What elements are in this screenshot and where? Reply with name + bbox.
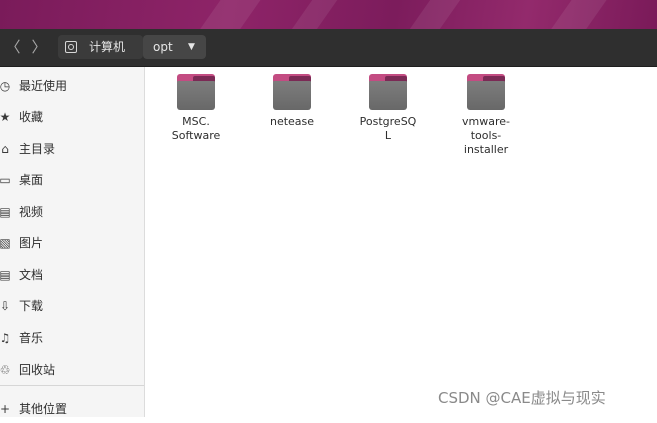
video-icon: ▤	[0, 205, 11, 219]
breadcrumb-computer[interactable]: 计算机	[58, 35, 143, 59]
download-icon: ⇩	[0, 299, 11, 313]
trash-icon: ♲	[0, 363, 11, 377]
sidebar-item-documents[interactable]: ▤ 文档	[0, 261, 144, 289]
sidebar-item-home[interactable]: ⌂ 主目录	[0, 135, 144, 163]
chevron-right-icon: 〉	[31, 38, 47, 56]
sidebar-item-label: 其他位置	[19, 402, 68, 416]
folder-name: MSC. Software	[171, 115, 221, 142]
file-view: MSC. Software netease PostgreSQ L vmware…	[145, 67, 657, 417]
sidebar-item-trash[interactable]: ♲ 回收站	[0, 356, 144, 384]
sidebar-item-music[interactable]: ♫ 音乐	[0, 324, 144, 352]
sidebar-item-recent[interactable]: ◷ 最近使用	[0, 72, 144, 100]
sidebar-item-label: 桌面	[19, 173, 44, 187]
folder-icon	[369, 74, 407, 110]
sidebar-item-starred[interactable]: ★ 收藏	[0, 103, 144, 131]
folder-icon	[273, 74, 311, 110]
folder-icon	[177, 74, 215, 110]
breadcrumb-opt[interactable]: opt ▼	[143, 35, 206, 59]
caret-down-icon[interactable]: ▼	[188, 35, 195, 59]
sidebar-item-label: 音乐	[19, 331, 44, 345]
folder-item[interactable]: PostgreSQ L	[350, 74, 426, 143]
music-icon: ♫	[0, 331, 11, 345]
sidebar-item-label: 图片	[19, 236, 44, 250]
computer-drive-icon	[65, 41, 77, 53]
folder-icon	[467, 74, 505, 110]
folder-name: netease	[269, 115, 315, 128]
document-icon: ▤	[0, 268, 11, 282]
plus-icon: +	[0, 402, 11, 416]
sidebar-item-label: 文档	[19, 268, 44, 282]
image-icon: ▧	[0, 236, 11, 250]
sidebar-item-label: 收藏	[19, 110, 44, 124]
folder-item[interactable]: netease	[254, 74, 330, 129]
folder-item[interactable]: MSC. Software	[158, 74, 234, 143]
sidebar-item-label: 回收站	[19, 363, 56, 377]
breadcrumb-label: 计算机	[89, 40, 126, 54]
clock-icon: ◷	[0, 79, 11, 93]
sidebar-item-videos[interactable]: ▤ 视频	[0, 198, 144, 226]
home-icon: ⌂	[1, 142, 9, 156]
folder-name: vmware- tools- installer	[462, 115, 510, 156]
watermark-text: CSDN @CAE虚拟与现实	[438, 389, 606, 407]
breadcrumb-label: opt	[153, 40, 173, 54]
sidebar-item-label: 最近使用	[19, 79, 68, 93]
sidebar-item-label: 下载	[19, 299, 44, 313]
back-button[interactable]: 〈	[0, 36, 26, 58]
sidebar-item-other-locations[interactable]: + 其他位置	[0, 395, 144, 423]
desktop-wallpaper	[0, 0, 657, 29]
desktop-icon: ▭	[0, 173, 11, 187]
header-bar: 〈 〉 计算机 opt ▼	[0, 29, 657, 67]
folder-name: PostgreSQ L	[359, 115, 417, 142]
sidebar-item-downloads[interactable]: ⇩ 下载	[0, 292, 144, 320]
folder-item[interactable]: vmware- tools- installer	[448, 74, 524, 157]
sidebar: ◷ 最近使用 ★ 收藏 ⌂ 主目录 ▭ 桌面 ▤ 视频 ▧ 图片 ▤ 文档 ⇩ …	[0, 67, 145, 417]
sidebar-item-pictures[interactable]: ▧ 图片	[0, 229, 144, 257]
sidebar-divider	[0, 385, 144, 386]
forward-button[interactable]: 〉	[26, 36, 52, 58]
star-icon: ★	[0, 110, 11, 124]
sidebar-item-desktop[interactable]: ▭ 桌面	[0, 166, 144, 194]
sidebar-item-label: 视频	[19, 205, 44, 219]
sidebar-item-label: 主目录	[19, 142, 56, 156]
chevron-left-icon: 〈	[5, 38, 21, 56]
